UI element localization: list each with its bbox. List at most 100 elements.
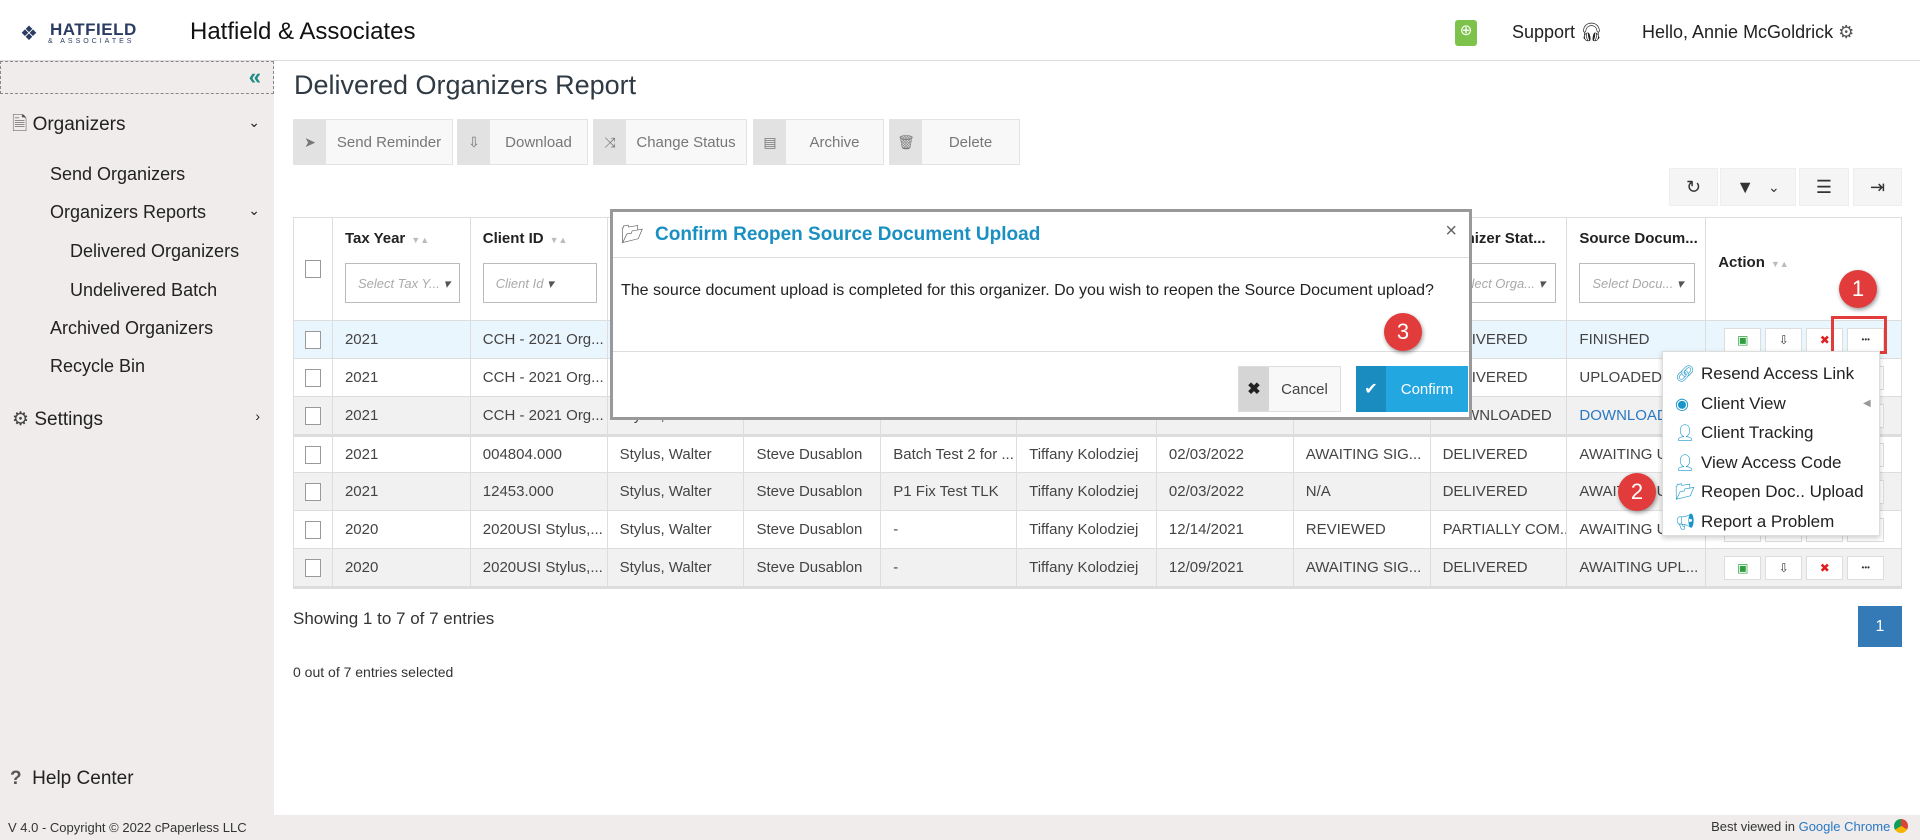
action-menu: 🔗︎ Resend Access Link ◉ Client View ◀ 👤︎ Clien… xyxy=(1662,351,1880,536)
support-link[interactable]: Support 🎧︎ xyxy=(1512,22,1603,43)
row-checkbox[interactable] xyxy=(304,482,321,501)
page-button-1[interactable]: 1 xyxy=(1858,606,1902,647)
row-checkbox-cell xyxy=(294,359,332,396)
row-checkbox[interactable] xyxy=(304,558,321,577)
help-label: Help Center xyxy=(32,768,134,789)
paper-plane-icon: ➤ xyxy=(294,120,326,164)
archive-button[interactable]: ▤ Archive xyxy=(753,119,884,165)
contact-card-icon[interactable]: ▣ xyxy=(1724,555,1762,580)
sidebar-collapse-button[interactable]: « xyxy=(0,61,274,94)
menu-item[interactable]: 📂︎ Reopen Doc.. Upload xyxy=(1675,482,1864,502)
folder-open-icon: 📂︎ xyxy=(1675,484,1696,501)
headset-icon: 🎧︎ xyxy=(1580,22,1603,42)
more-options-icon[interactable]: ••• xyxy=(1847,555,1885,580)
gear-icon[interactable]: ⚙ xyxy=(1838,22,1854,42)
logo[interactable]: ❖ HATFIELD & ASSOCIATES xyxy=(18,20,143,50)
sidebar-item-send-organizers[interactable]: Send Organizers xyxy=(50,164,185,185)
chrome-link[interactable]: Google Chrome xyxy=(1799,819,1891,834)
sidebar-item-archived-organizers[interactable]: Archived Organizers xyxy=(50,318,213,339)
menu-item-label: Client View xyxy=(1701,393,1786,413)
menu-item[interactable]: ◉ Client View ◀ xyxy=(1675,393,1871,414)
column-settings-button[interactable]: ☰ xyxy=(1799,168,1849,206)
sidebar-label: Settings xyxy=(34,409,103,430)
export-button[interactable]: ⇥ xyxy=(1853,168,1902,206)
support-label: Support xyxy=(1512,22,1576,42)
column-header[interactable]: Source Docum... Select Docu... ▾ xyxy=(1566,218,1705,320)
confirm-dialog: 📂︎ Confirm Reopen Source Document Upload… xyxy=(610,209,1472,420)
column-header[interactable]: Client ID ▼▲ Client Id ▾ xyxy=(469,218,607,320)
send-reminder-button[interactable]: ➤ Send Reminder xyxy=(293,119,453,165)
file-download-icon[interactable]: ⇩ xyxy=(1765,555,1803,580)
table-row[interactable]: 2020 2020USI Stylus,... Stylus, Walter Stev… xyxy=(294,548,1901,586)
file-download-icon[interactable]: ⇩ xyxy=(1765,327,1803,352)
header-label: Action xyxy=(1718,254,1765,271)
row-checkbox-cell xyxy=(294,549,332,586)
menu-item[interactable]: 📢︎ Report a Problem xyxy=(1675,512,1834,532)
contact-card-icon[interactable]: ▣ xyxy=(1724,327,1762,352)
sidebar-item-settings[interactable]: ⚙ Settings › xyxy=(12,408,274,431)
dropdown-arrow-icon: ▾ xyxy=(543,276,554,291)
sort-icon[interactable]: ▼▲ xyxy=(550,235,568,245)
table-cell: 2021 xyxy=(331,437,470,472)
copyright: V 4.0 - Copyright © 2022 cPaperless LLC xyxy=(8,820,247,835)
refresh-button[interactable]: ↻ xyxy=(1669,168,1718,206)
cancel-button[interactable]: ✖ Cancel xyxy=(1238,366,1341,412)
table-cell: Stylus, Walter xyxy=(606,473,744,510)
selection-info: 0 out of 7 entries selected xyxy=(293,664,454,680)
filter-button[interactable]: ▼ ⌄ xyxy=(1720,168,1796,206)
table-row[interactable]: 2021 004804.000 Stylus, Walter Steve Dusabl… xyxy=(294,434,1901,472)
column-filter-select[interactable]: Select Tax Y... ▾ xyxy=(344,263,460,303)
menu-item-label: Client Tracking xyxy=(1701,423,1814,442)
column-header xyxy=(294,218,332,320)
download-button[interactable]: ⇩ Download xyxy=(457,119,588,165)
sidebar-item-organizers-reports[interactable]: Organizers Reports ⌄ xyxy=(50,202,274,223)
column-filter-select[interactable]: Client Id ▾ xyxy=(482,263,597,303)
select-all-checkbox[interactable] xyxy=(304,260,321,278)
button-label: Archive xyxy=(809,133,860,151)
sidebar-item-recycle-bin[interactable]: Recycle Bin xyxy=(50,356,145,377)
menu-item[interactable]: 👤︎ View Access Code xyxy=(1675,453,1841,473)
top-bar: ❖ HATFIELD & ASSOCIATES Hatfield & Assoc… xyxy=(0,0,1920,61)
row-checkbox[interactable] xyxy=(304,368,321,387)
sort-icon[interactable]: ▼▲ xyxy=(1771,259,1789,269)
sidebar-label: Organizers xyxy=(32,114,126,135)
column-header[interactable]: Action ▼▲ xyxy=(1705,218,1901,320)
menu-item-label: View Access Code xyxy=(1701,452,1842,472)
sidebar-item-delivered-organizers[interactable]: Delivered Organizers xyxy=(70,241,239,262)
row-checkbox[interactable] xyxy=(304,406,321,425)
confirm-button[interactable]: ✔ Confirm xyxy=(1356,366,1468,412)
sidebar-item-undelivered-batch[interactable]: Undelivered Batch xyxy=(70,280,217,301)
menu-item[interactable]: 👤︎ Client Tracking xyxy=(1675,423,1813,443)
table-cell: - xyxy=(880,511,1016,548)
button-label: Download xyxy=(505,133,572,151)
delete-x-icon[interactable]: ✖ xyxy=(1806,555,1844,580)
chevron-right-icon: › xyxy=(255,408,260,424)
table-cell: 2020 xyxy=(331,549,470,586)
logo-mark-icon: ❖ xyxy=(20,23,38,45)
table-cell: 2020USI Stylus,... xyxy=(469,549,607,586)
row-checkbox[interactable] xyxy=(304,445,321,464)
table-cell: 02/03/2022 xyxy=(1155,473,1293,510)
delete-button[interactable]: 🗑︎ Delete xyxy=(889,119,1020,165)
sidebar-item-organizers[interactable]: 🗎 Organizers ⌄ xyxy=(12,110,274,142)
user-greeting[interactable]: Hello, Annie McGoldrick ⚙ xyxy=(1642,22,1854,43)
change-status-button[interactable]: ⤨ Change Status xyxy=(593,119,747,165)
guide-book-icon[interactable]: ⊕ xyxy=(1455,20,1477,46)
column-filter-select[interactable]: Select Docu... ▾ xyxy=(1579,263,1696,303)
row-checkbox[interactable] xyxy=(304,330,321,349)
x-icon: ✖ xyxy=(1239,367,1269,411)
question-icon: ? xyxy=(10,768,22,789)
sort-icon[interactable]: ▼▲ xyxy=(411,235,429,245)
row-checkbox[interactable] xyxy=(304,520,321,539)
close-icon[interactable]: × xyxy=(1445,220,1457,243)
table-row[interactable]: 2021 12453.000 Stylus, Walter Steve Dusablo… xyxy=(294,472,1901,510)
table-cell: DELIVERED xyxy=(1429,473,1567,510)
menu-item[interactable]: 🔗︎ Resend Access Link xyxy=(1675,364,1854,384)
trash-icon: 🗑︎ xyxy=(890,120,922,164)
column-header[interactable]: Tax Year ▼▲ Select Tax Y... ▾ xyxy=(331,218,470,320)
help-center-link[interactable]: ? Help Center xyxy=(10,768,134,790)
filter-icon: ▼ xyxy=(1736,176,1755,197)
greeting-label: Hello, Annie McGoldrick xyxy=(1642,22,1834,42)
table-row[interactable]: 2020 2020USI Stylus,... Stylus, Walter Stev… xyxy=(294,510,1901,548)
filter-placeholder: Select Docu... xyxy=(1592,276,1674,291)
